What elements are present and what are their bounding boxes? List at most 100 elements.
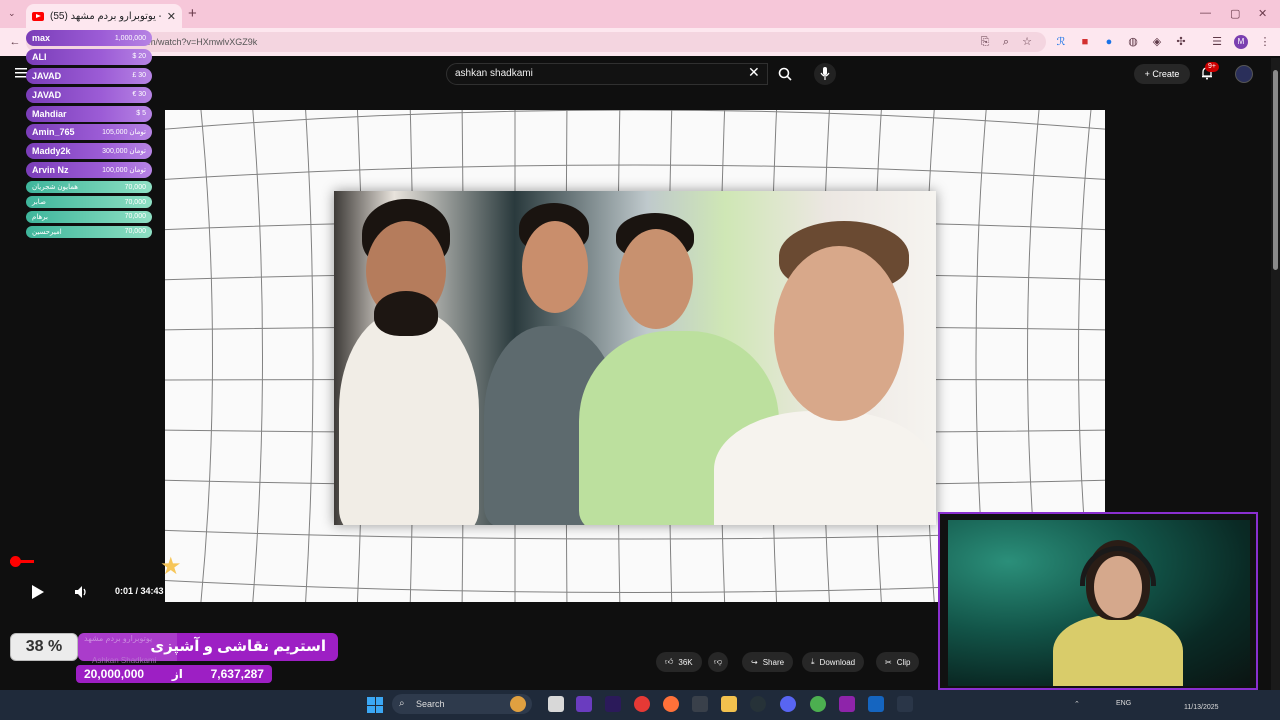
minimize-button[interactable]: — [1200, 7, 1211, 19]
donation-item: همایون شجریان 70,000 [26, 181, 152, 194]
search-input[interactable]: ashkan shadkami [446, 63, 768, 85]
dislike-button[interactable]: 👎︎ [708, 652, 729, 672]
goal-from: از [171, 667, 183, 681]
channel-avatar[interactable] [1235, 65, 1253, 83]
reading-list-icon[interactable]: ☰ [1210, 35, 1224, 49]
donor-name: همایون شجریان [32, 184, 78, 192]
back-icon[interactable]: ← [8, 35, 22, 49]
address-bar[interactable]: m/watch?v=HXmwlvXGZ9k [26, 32, 1046, 52]
extension-blue-icon[interactable]: ● [1102, 35, 1116, 49]
goal-percent: 38 % [10, 633, 78, 661]
extensions-puzzle-icon[interactable]: ✣ [1174, 35, 1188, 49]
donation-item: برهام 70,000 [26, 210, 152, 223]
voice-search-button[interactable] [814, 63, 836, 85]
browser-menu-icon[interactable]: ⋮ [1258, 35, 1272, 49]
taskbar-date[interactable]: 11/13/2025 [1184, 704, 1219, 711]
donation-list: max 1,000,000 ALI $ 20 JAVAD £ 30 JAVAD € 30 Mah… [26, 30, 152, 241]
close-window-button[interactable]: ✕ [1258, 7, 1267, 20]
volume-icon[interactable] [73, 584, 89, 600]
windows-tile [375, 705, 383, 713]
webcam-overlay [938, 512, 1258, 690]
donation-amount: 70,000 [124, 228, 146, 236]
extension-translate-icon[interactable]: ℛ [1054, 35, 1068, 49]
donation-amount: 100,000 تومان [102, 167, 146, 175]
new-tab-button[interactable]: + [188, 5, 197, 22]
clear-search-icon[interactable]: ✕ [748, 64, 760, 81]
scrollbar-thumb[interactable] [1273, 70, 1278, 270]
widget-icon[interactable] [510, 696, 526, 712]
app-dark-icon[interactable] [692, 696, 708, 712]
donation-item: صابر 70,000 [26, 196, 152, 209]
language-indicator[interactable]: ENG [1116, 700, 1131, 707]
donation-item: امیرحسین 70,000 [26, 225, 152, 238]
goal-amount: 20,000,000 از 7,637,287 [76, 665, 272, 683]
app-v-icon[interactable] [868, 696, 884, 712]
person-2-head [522, 221, 588, 313]
app-arrow-icon[interactable] [897, 696, 913, 712]
donation-amount: 105,000 تومان [102, 129, 146, 137]
firefox-icon[interactable] [663, 696, 679, 712]
donor-name: ALI [32, 51, 47, 62]
like-button[interactable]: 👍︎ 36K [656, 652, 702, 672]
tray-chevron-icon[interactable]: ⌃ [1074, 700, 1080, 708]
extension-shield-icon[interactable]: ◈ [1150, 35, 1164, 49]
donor-name: Maddy2k [32, 146, 71, 157]
like-count: 36K [678, 657, 693, 667]
donor-name: JAVAD [32, 89, 62, 100]
streamer-body [1053, 615, 1183, 686]
search-button[interactable] [770, 63, 800, 85]
clip-label: Clip [896, 657, 911, 667]
clip-button[interactable]: ✂ Clip [876, 652, 920, 672]
download-button[interactable]: ⤓ Download [802, 652, 865, 672]
extension-gray-icon[interactable]: ◍ [1126, 35, 1140, 49]
app-purple-icon[interactable] [576, 696, 592, 712]
goal-target: 20,000,000 [84, 667, 145, 681]
tab-search-icon[interactable]: ⌄ [8, 8, 16, 19]
app-r-icon[interactable] [839, 696, 855, 712]
notification-count-badge: 9+ [1205, 62, 1219, 72]
premiere-icon[interactable] [605, 696, 621, 712]
goal-faint-title: یوتوبرارو بردم مشهد [84, 634, 153, 643]
microphone-icon [820, 67, 830, 80]
windows-start-icon[interactable] [367, 697, 383, 713]
donor-name: Amin_765 [32, 127, 75, 138]
donation-amount: £ 30 [132, 72, 146, 80]
play-icon[interactable] [28, 583, 46, 601]
person-4 [714, 411, 934, 525]
zoom-icon[interactable]: ⌕ [999, 35, 1013, 49]
video-frame-photo [334, 191, 936, 525]
tab-strip: ⌄ یوتوبرارو بردم مشهد (55) - ... ✕ + — ▢… [0, 0, 1280, 28]
share-button[interactable]: ↪ Share [742, 652, 794, 672]
donation-amount: $ 5 [136, 110, 146, 118]
bookmark-star-icon[interactable]: ☆ [1020, 35, 1034, 49]
donation-amount: 70,000 [124, 213, 146, 221]
create-button[interactable]: + Create [1134, 64, 1190, 84]
install-app-icon[interactable]: ⎘ [978, 35, 992, 49]
profile-avatar[interactable]: M [1234, 35, 1248, 49]
donation-item: max 1,000,000 [26, 30, 152, 46]
donation-amount: 1,000,000 [114, 34, 146, 42]
donation-item: JAVAD € 30 [26, 86, 152, 103]
browser-tab[interactable]: یوتوبرارو بردم مشهد (55) - ... ✕ [26, 4, 182, 28]
youtube-favicon-icon [32, 11, 44, 21]
discord-icon[interactable] [780, 696, 796, 712]
maximize-button[interactable]: ▢ [1230, 7, 1240, 20]
goal-faint-channel: Ashkan Shadkami [92, 656, 157, 665]
donor-name: صابر [32, 199, 46, 207]
close-tab-icon[interactable]: ✕ [167, 10, 176, 23]
download-icon: ⤓ [811, 657, 815, 666]
person-4-head [774, 246, 904, 421]
windows-tile [375, 697, 383, 705]
chrome-icon[interactable] [810, 696, 826, 712]
app-red-icon[interactable] [634, 696, 650, 712]
file-explorer-icon[interactable] [721, 696, 737, 712]
progress-scrubber[interactable] [10, 556, 21, 567]
donation-item: Maddy2k 300,000 تومان [26, 143, 152, 160]
donor-name: JAVAD [32, 70, 62, 81]
app-clock-icon[interactable] [750, 696, 766, 712]
donation-item: Mahdiar $ 5 [26, 105, 152, 122]
file-viewer-icon[interactable] [548, 696, 564, 712]
donor-name: Mahdiar [32, 108, 67, 119]
search-icon [778, 67, 792, 81]
extension-red-icon[interactable]: ■ [1078, 35, 1092, 49]
